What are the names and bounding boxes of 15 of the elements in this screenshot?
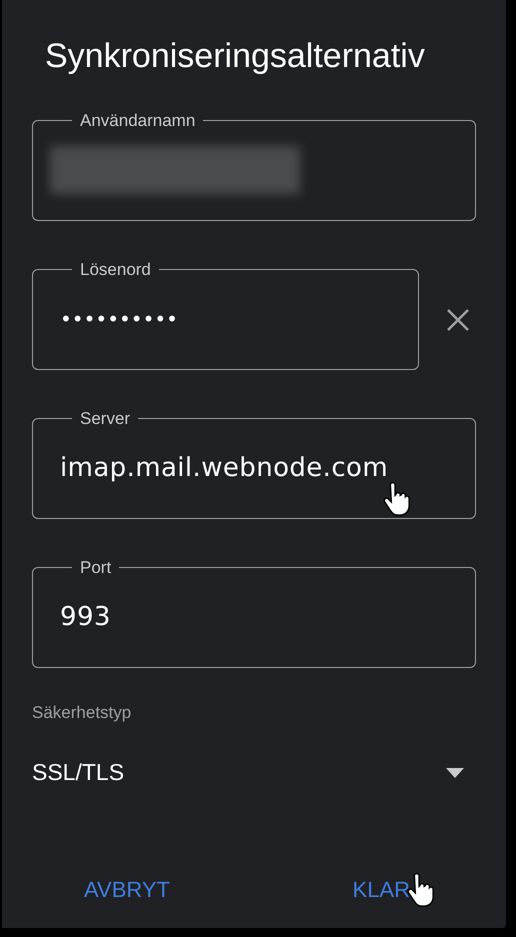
password-value: •••••••••• [60, 306, 179, 333]
dropdown-value: SSL/TLS [32, 758, 124, 788]
dialog-title: Synkroniseringsalternativ [45, 36, 426, 77]
text-button[interactable]: AVBRYT [76, 869, 178, 910]
field-label: Server [79, 408, 132, 430]
field-value: 993 [60, 600, 112, 633]
dropdown[interactable]: SSL/TLS [32, 755, 476, 790]
text-button[interactable]: KLAR [344, 869, 418, 910]
field-value: imap.mail.webnode.com [60, 452, 390, 484]
field-label: Användarnamn [79, 110, 196, 132]
field-label: Säkerhetstyp [32, 702, 132, 724]
field-label: Lösenord [79, 258, 152, 281]
field-label: Port [79, 556, 112, 579]
caret-icon [446, 768, 464, 778]
clear-icon[interactable] [445, 306, 471, 333]
